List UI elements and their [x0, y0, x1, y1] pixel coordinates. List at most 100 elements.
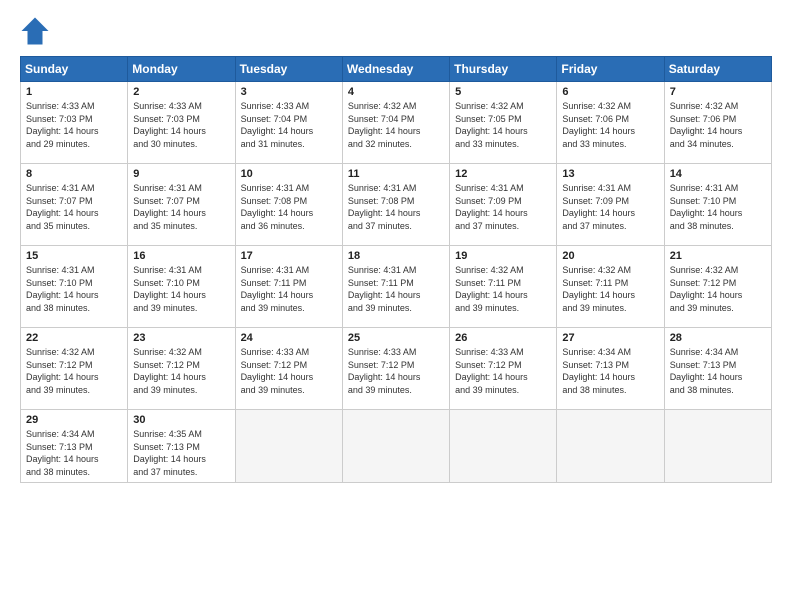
day-number: 7: [670, 86, 767, 98]
page: SundayMondayTuesdayWednesdayThursdayFrid…: [0, 0, 792, 612]
calendar-week-1: 1 Sunrise: 4:33 AMSunset: 7:03 PMDayligh…: [21, 82, 772, 164]
header: [20, 16, 772, 46]
day-info: Sunrise: 4:31 AMSunset: 7:09 PMDaylight:…: [455, 182, 552, 232]
calendar-cell: 30 Sunrise: 4:35 AMSunset: 7:13 PMDaylig…: [128, 410, 235, 483]
calendar-cell: 6 Sunrise: 4:32 AMSunset: 7:06 PMDayligh…: [557, 82, 664, 164]
calendar-cell: 9 Sunrise: 4:31 AMSunset: 7:07 PMDayligh…: [128, 164, 235, 246]
day-number: 16: [133, 250, 230, 262]
day-info: Sunrise: 4:32 AMSunset: 7:11 PMDaylight:…: [562, 264, 659, 314]
calendar-cell: 15 Sunrise: 4:31 AMSunset: 7:10 PMDaylig…: [21, 246, 128, 328]
calendar-header-sunday: Sunday: [21, 57, 128, 82]
day-number: 25: [348, 332, 445, 344]
day-info: Sunrise: 4:33 AMSunset: 7:04 PMDaylight:…: [241, 100, 338, 150]
calendar-header-row: SundayMondayTuesdayWednesdayThursdayFrid…: [21, 57, 772, 82]
calendar-week-4: 22 Sunrise: 4:32 AMSunset: 7:12 PMDaylig…: [21, 328, 772, 410]
day-number: 28: [670, 332, 767, 344]
day-info: Sunrise: 4:31 AMSunset: 7:07 PMDaylight:…: [26, 182, 123, 232]
day-number: 23: [133, 332, 230, 344]
day-info: Sunrise: 4:32 AMSunset: 7:12 PMDaylight:…: [26, 346, 123, 396]
day-number: 2: [133, 86, 230, 98]
day-number: 29: [26, 414, 123, 426]
day-info: Sunrise: 4:34 AMSunset: 7:13 PMDaylight:…: [26, 428, 123, 478]
calendar-cell: 2 Sunrise: 4:33 AMSunset: 7:03 PMDayligh…: [128, 82, 235, 164]
day-info: Sunrise: 4:33 AMSunset: 7:03 PMDaylight:…: [26, 100, 123, 150]
day-number: 27: [562, 332, 659, 344]
day-number: 14: [670, 168, 767, 180]
day-info: Sunrise: 4:32 AMSunset: 7:12 PMDaylight:…: [670, 264, 767, 314]
calendar-cell: 24 Sunrise: 4:33 AMSunset: 7:12 PMDaylig…: [235, 328, 342, 410]
calendar-cell: 19 Sunrise: 4:32 AMSunset: 7:11 PMDaylig…: [450, 246, 557, 328]
calendar-cell: 21 Sunrise: 4:32 AMSunset: 7:12 PMDaylig…: [664, 246, 771, 328]
calendar-cell: [557, 410, 664, 483]
calendar-cell: 7 Sunrise: 4:32 AMSunset: 7:06 PMDayligh…: [664, 82, 771, 164]
calendar-header-tuesday: Tuesday: [235, 57, 342, 82]
calendar-week-3: 15 Sunrise: 4:31 AMSunset: 7:10 PMDaylig…: [21, 246, 772, 328]
day-number: 1: [26, 86, 123, 98]
day-number: 10: [241, 168, 338, 180]
calendar-cell: 10 Sunrise: 4:31 AMSunset: 7:08 PMDaylig…: [235, 164, 342, 246]
day-info: Sunrise: 4:32 AMSunset: 7:11 PMDaylight:…: [455, 264, 552, 314]
day-info: Sunrise: 4:31 AMSunset: 7:11 PMDaylight:…: [241, 264, 338, 314]
calendar-header-thursday: Thursday: [450, 57, 557, 82]
day-info: Sunrise: 4:32 AMSunset: 7:05 PMDaylight:…: [455, 100, 552, 150]
day-number: 26: [455, 332, 552, 344]
day-info: Sunrise: 4:32 AMSunset: 7:06 PMDaylight:…: [562, 100, 659, 150]
day-info: Sunrise: 4:32 AMSunset: 7:06 PMDaylight:…: [670, 100, 767, 150]
day-info: Sunrise: 4:31 AMSunset: 7:10 PMDaylight:…: [670, 182, 767, 232]
day-number: 18: [348, 250, 445, 262]
calendar-cell: 28 Sunrise: 4:34 AMSunset: 7:13 PMDaylig…: [664, 328, 771, 410]
calendar-table: SundayMondayTuesdayWednesdayThursdayFrid…: [20, 56, 772, 483]
day-number: 9: [133, 168, 230, 180]
calendar-body: 1 Sunrise: 4:33 AMSunset: 7:03 PMDayligh…: [21, 82, 772, 483]
calendar-cell: 25 Sunrise: 4:33 AMSunset: 7:12 PMDaylig…: [342, 328, 449, 410]
day-info: Sunrise: 4:32 AMSunset: 7:12 PMDaylight:…: [133, 346, 230, 396]
calendar-cell: 20 Sunrise: 4:32 AMSunset: 7:11 PMDaylig…: [557, 246, 664, 328]
calendar-header-wednesday: Wednesday: [342, 57, 449, 82]
day-info: Sunrise: 4:31 AMSunset: 7:10 PMDaylight:…: [26, 264, 123, 314]
calendar-cell: 16 Sunrise: 4:31 AMSunset: 7:10 PMDaylig…: [128, 246, 235, 328]
calendar-cell: 14 Sunrise: 4:31 AMSunset: 7:10 PMDaylig…: [664, 164, 771, 246]
day-number: 3: [241, 86, 338, 98]
day-info: Sunrise: 4:34 AMSunset: 7:13 PMDaylight:…: [562, 346, 659, 396]
calendar-cell: 4 Sunrise: 4:32 AMSunset: 7:04 PMDayligh…: [342, 82, 449, 164]
calendar-cell: [235, 410, 342, 483]
calendar-cell: 1 Sunrise: 4:33 AMSunset: 7:03 PMDayligh…: [21, 82, 128, 164]
day-info: Sunrise: 4:31 AMSunset: 7:11 PMDaylight:…: [348, 264, 445, 314]
calendar-cell: [342, 410, 449, 483]
calendar-cell: 5 Sunrise: 4:32 AMSunset: 7:05 PMDayligh…: [450, 82, 557, 164]
calendar-week-5: 29 Sunrise: 4:34 AMSunset: 7:13 PMDaylig…: [21, 410, 772, 483]
day-info: Sunrise: 4:31 AMSunset: 7:10 PMDaylight:…: [133, 264, 230, 314]
day-number: 24: [241, 332, 338, 344]
day-info: Sunrise: 4:34 AMSunset: 7:13 PMDaylight:…: [670, 346, 767, 396]
calendar-header-saturday: Saturday: [664, 57, 771, 82]
logo: [20, 16, 54, 46]
calendar-header-monday: Monday: [128, 57, 235, 82]
calendar-cell: 26 Sunrise: 4:33 AMSunset: 7:12 PMDaylig…: [450, 328, 557, 410]
day-info: Sunrise: 4:33 AMSunset: 7:12 PMDaylight:…: [348, 346, 445, 396]
day-number: 17: [241, 250, 338, 262]
day-number: 21: [670, 250, 767, 262]
day-number: 5: [455, 86, 552, 98]
day-info: Sunrise: 4:33 AMSunset: 7:12 PMDaylight:…: [455, 346, 552, 396]
calendar-cell: 11 Sunrise: 4:31 AMSunset: 7:08 PMDaylig…: [342, 164, 449, 246]
day-number: 15: [26, 250, 123, 262]
day-info: Sunrise: 4:31 AMSunset: 7:09 PMDaylight:…: [562, 182, 659, 232]
day-number: 8: [26, 168, 123, 180]
calendar-cell: 13 Sunrise: 4:31 AMSunset: 7:09 PMDaylig…: [557, 164, 664, 246]
day-info: Sunrise: 4:35 AMSunset: 7:13 PMDaylight:…: [133, 428, 230, 478]
day-info: Sunrise: 4:33 AMSunset: 7:03 PMDaylight:…: [133, 100, 230, 150]
calendar-cell: 22 Sunrise: 4:32 AMSunset: 7:12 PMDaylig…: [21, 328, 128, 410]
calendar-cell: 8 Sunrise: 4:31 AMSunset: 7:07 PMDayligh…: [21, 164, 128, 246]
day-info: Sunrise: 4:31 AMSunset: 7:07 PMDaylight:…: [133, 182, 230, 232]
calendar-cell: 27 Sunrise: 4:34 AMSunset: 7:13 PMDaylig…: [557, 328, 664, 410]
calendar-cell: [664, 410, 771, 483]
calendar-cell: 12 Sunrise: 4:31 AMSunset: 7:09 PMDaylig…: [450, 164, 557, 246]
day-number: 11: [348, 168, 445, 180]
calendar-header-friday: Friday: [557, 57, 664, 82]
day-number: 30: [133, 414, 230, 426]
calendar-cell: 17 Sunrise: 4:31 AMSunset: 7:11 PMDaylig…: [235, 246, 342, 328]
day-number: 6: [562, 86, 659, 98]
calendar-cell: 29 Sunrise: 4:34 AMSunset: 7:13 PMDaylig…: [21, 410, 128, 483]
day-number: 19: [455, 250, 552, 262]
day-number: 22: [26, 332, 123, 344]
